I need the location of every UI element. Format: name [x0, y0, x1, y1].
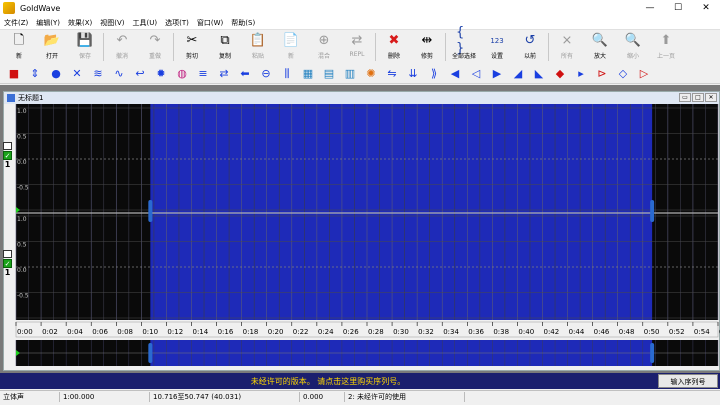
- x-tick-label: 0:04: [67, 328, 83, 336]
- x-tick-label: 0:16: [218, 328, 234, 336]
- selection-handle: [148, 200, 153, 222]
- x-tick-label: 0:06: [92, 328, 108, 336]
- license-info: 2: 未经许可的使用: [345, 392, 465, 402]
- status-bar: 立体声 1:00.000 10.716至50.747 (40.031) 0.00…: [0, 390, 720, 405]
- license-message[interactable]: 未经许可的版本。 请点击这里购买序列号。: [0, 376, 656, 387]
- x-tick-label: 0:54: [694, 328, 710, 336]
- y-axis-label: 0.5: [17, 134, 27, 141]
- x-tick-label: 0:44: [569, 328, 585, 336]
- x-tick-label: 0:36: [468, 328, 484, 336]
- zoom-readout: 1:00.000: [60, 392, 150, 402]
- x-tick-label: 0:08: [117, 328, 133, 336]
- y-axis-label: 0.0: [17, 267, 27, 274]
- y-axis-label: -0.5: [17, 185, 29, 192]
- x-tick-label: 0:24: [318, 328, 334, 336]
- x-tick-label: 0:50: [644, 328, 660, 336]
- x-tick-label: 0:18: [243, 328, 259, 336]
- x-tick-label: 0:14: [193, 328, 209, 336]
- enter-serial-button[interactable]: 输入序列号: [658, 374, 718, 388]
- selection-range: 10.716至50.747 (40.031): [150, 392, 300, 402]
- x-tick-label: 0:00: [17, 328, 33, 336]
- x-tick-label: 0:48: [619, 328, 635, 336]
- x-tick-label: 0:42: [544, 328, 560, 336]
- y-axis-label: 0.5: [17, 242, 27, 249]
- x-tick-label: 0:22: [293, 328, 309, 336]
- selection-region: [150, 104, 653, 320]
- x-tick-label: 0:28: [368, 328, 384, 336]
- x-tick-label: 0:52: [669, 328, 685, 336]
- y-axis-label: 0.0: [17, 159, 27, 166]
- waveform-display[interactable]: 1.0 0.5 0.0 -0.5 1.0 0.5 0.0 -0.5 0:00 0:02 0:04 0:…: [0, 0, 720, 405]
- overview-handle: [650, 343, 655, 363]
- y-axis-label: 1.0: [17, 216, 27, 223]
- selection-handle: [650, 200, 655, 222]
- x-tick-label: 0:30: [393, 328, 409, 336]
- x-tick-label: 0:40: [518, 328, 534, 336]
- x-tick-label: 0:20: [268, 328, 284, 336]
- overview-handle: [148, 343, 153, 363]
- channel-mode: 立体声: [0, 392, 60, 402]
- cursor-position: 0.000: [300, 392, 345, 402]
- x-tick-label: 0:26: [343, 328, 359, 336]
- x-tick-label: 0:12: [167, 328, 183, 336]
- x-tick-label: 0:32: [418, 328, 434, 336]
- license-message-bar: 未经许可的版本。 请点击这里购买序列号。 输入序列号: [0, 373, 720, 389]
- x-tick-label: 0:46: [594, 328, 610, 336]
- y-axis-label: 1.0: [17, 108, 27, 115]
- x-tick-label: 0:38: [493, 328, 509, 336]
- y-axis-label: -0.5: [17, 293, 29, 300]
- x-tick-label: 0:02: [42, 328, 58, 336]
- x-tick-label: 0:34: [443, 328, 459, 336]
- x-tick-label: 0:10: [142, 328, 158, 336]
